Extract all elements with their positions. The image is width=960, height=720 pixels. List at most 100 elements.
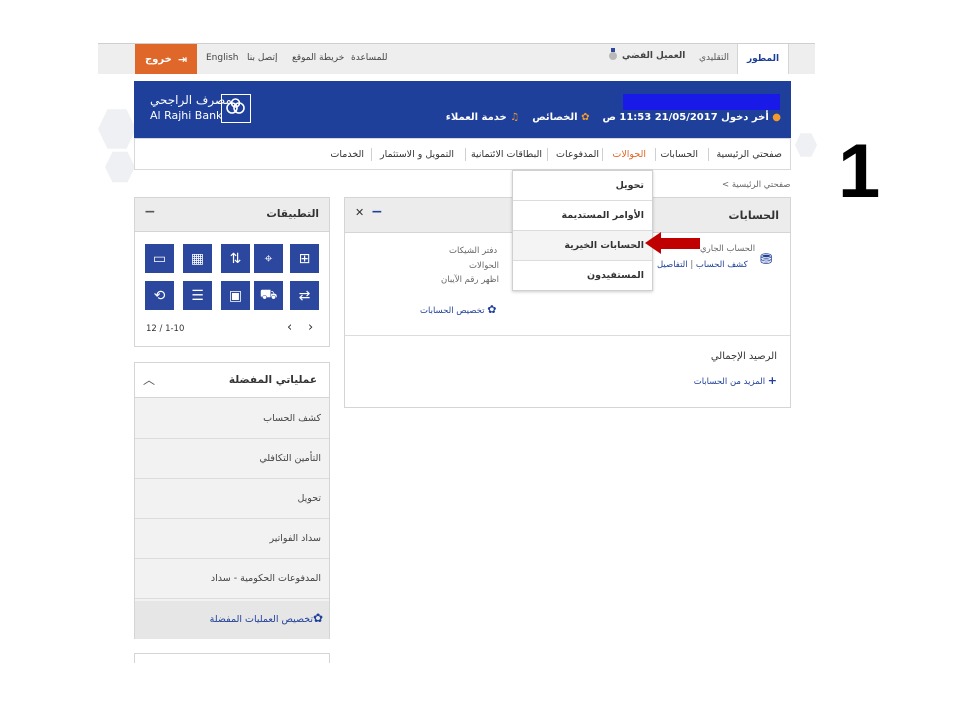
calculator-app-icon[interactable]: ▦ xyxy=(183,244,212,273)
banner-info-row: ● أخر دخول 21/05/2017 11:53 ص ✿ الخصائص … xyxy=(446,112,781,123)
transfer-app-icon[interactable]: ⟲ xyxy=(145,281,174,310)
tab-advanced[interactable]: المطور xyxy=(737,44,789,74)
breadcrumb[interactable]: < صفحتي الرئيسية xyxy=(722,180,790,190)
settings-icon: ✿ xyxy=(581,112,590,123)
link-sitemap[interactable]: خريطة الموقع xyxy=(292,53,344,63)
chevron-up-icon[interactable]: ︿ xyxy=(143,371,155,388)
close-icon[interactable]: ✕ xyxy=(355,206,364,219)
step-number: 1 xyxy=(838,129,881,214)
map-app-icon[interactable]: ⌖ xyxy=(254,244,283,273)
transfers-dropdown-menu: تحويل الأوامر المستديمة الحسابات الخيرية… xyxy=(512,170,653,291)
nav-services[interactable]: الخدمات xyxy=(330,149,364,160)
background-hexagon xyxy=(795,133,817,157)
link-english[interactable]: English xyxy=(206,53,239,63)
silver-client-label: العميل الفضي xyxy=(622,51,686,61)
favorite-item[interactable]: تحويل xyxy=(135,479,329,519)
favorite-item[interactable]: التأمين التكافلي xyxy=(135,439,329,479)
gear-icon: ✿ xyxy=(313,611,324,625)
logout-button[interactable]: خروج ⇥ xyxy=(135,44,197,74)
account-details-link[interactable]: التفاصيل xyxy=(657,260,688,270)
favorites-header: عملياتي المفضلة ︿ xyxy=(135,363,329,398)
link-contact-us[interactable]: إتصل بنا xyxy=(247,53,277,63)
coins-icon: ⛃ xyxy=(760,250,773,268)
swap-app-icon[interactable]: ⇄ xyxy=(290,281,319,310)
id-card-app-icon[interactable]: ☰ xyxy=(183,281,212,310)
nav-divider xyxy=(602,148,603,161)
header-banner: مصرف الراجحي Al Rajhi Bank ● أخر دخول 21… xyxy=(134,81,791,138)
cart-app-icon[interactable]: ⛟ xyxy=(254,281,283,310)
favorite-item[interactable]: المدفوعات الحكومية - سداد xyxy=(135,559,329,599)
nav-accounts[interactable]: الحسابات xyxy=(660,149,698,160)
divider xyxy=(345,335,790,336)
nav-credit-cards[interactable]: البطاقات الائتمانية xyxy=(471,149,542,160)
account-statement-link[interactable]: كشف الحساب xyxy=(696,260,748,270)
favorite-item-label: سداد الفواتير xyxy=(269,533,321,544)
headset-icon: ♫ xyxy=(510,112,520,123)
customer-service-link[interactable]: خدمة العملاء xyxy=(446,112,507,123)
menu-item-charity-accounts[interactable]: الحسابات الخيرية xyxy=(513,231,652,261)
cheque-book-link[interactable]: دفتر الشيكات xyxy=(449,246,497,256)
account-type-label: الحساب الجاري xyxy=(700,244,756,254)
customize-accounts-label: تخصيص الحسابات xyxy=(420,306,485,316)
link-help[interactable]: للمساعدة xyxy=(351,53,388,63)
apps-panel: التطبيقات − ▭ ▦ ⇅ ⌖ ⊞ ⟲ ☰ ▣ ⛟ ⇄ 12 / 1-1… xyxy=(134,197,330,347)
favorite-item[interactable]: كشف الحساب xyxy=(135,399,329,439)
pager-text: 12 / 1-10 xyxy=(146,324,185,334)
favorite-item-label: كشف الحساب xyxy=(263,413,321,424)
nav-divider xyxy=(708,148,709,161)
nav-my-home[interactable]: صفحتي الرئيسية xyxy=(716,149,782,160)
account-links: كشف الحساب | التفاصيل xyxy=(657,260,748,270)
total-balance-label: الرصيد الإجمالي xyxy=(710,351,777,362)
favorite-item[interactable]: سداد الفواتير xyxy=(135,519,329,559)
background-hexagon xyxy=(98,109,136,149)
customize-favorites-label: تخصيص العمليات المفضلة xyxy=(209,614,313,625)
card-app-icon[interactable]: ▭ xyxy=(145,244,174,273)
pointer-arrow-head-icon xyxy=(645,232,661,254)
nav-divider xyxy=(371,148,372,161)
chevron-right-icon[interactable]: › xyxy=(308,320,313,335)
transfers-link[interactable]: الحوالات xyxy=(469,261,499,271)
minimize-icon[interactable]: − xyxy=(144,204,156,220)
favorite-item-label: المدفوعات الحكومية - سداد xyxy=(210,573,321,584)
coins-calculator-app-icon[interactable]: ⊞ xyxy=(290,244,319,273)
top-utility-bar: خروج ⇥ English إتصل بنا خريطة الموقع للم… xyxy=(98,43,815,74)
menu-item-label: الحسابات الخيرية xyxy=(564,240,644,251)
nav-payments[interactable]: المدفوعات xyxy=(556,149,599,160)
nav-finance-investment[interactable]: التمويل و الاستثمار xyxy=(380,149,454,160)
exit-icon: ⇥ xyxy=(177,52,188,66)
more-accounts-link[interactable]: المزيد من الحسابات + xyxy=(694,374,777,387)
clock-icon: ● xyxy=(772,112,781,123)
apps-panel-title: التطبيقات xyxy=(266,208,319,220)
favorite-item-label: التأمين التكافلي xyxy=(259,453,321,464)
nav-divider xyxy=(655,148,656,161)
tab-classic[interactable]: التقليدي xyxy=(699,53,729,63)
minimize-icon[interactable]: − xyxy=(371,204,383,220)
menu-item-label: الأوامر المستديمة xyxy=(561,210,644,221)
customize-accounts-link[interactable]: تخصيص الحسابات ✿ xyxy=(420,303,496,316)
menu-item-label: تحويل xyxy=(615,180,644,191)
favorites-title: عملياتي المفضلة xyxy=(228,374,317,386)
last-login-text: أخر دخول 21/05/2017 11:53 ص xyxy=(602,112,769,123)
medal-icon xyxy=(609,48,617,60)
background-hexagon xyxy=(105,151,135,183)
menu-item-label: المستفيدون xyxy=(587,270,644,281)
menu-item-beneficiaries[interactable]: المستفيدون xyxy=(513,261,652,291)
favorites-panel: عملياتي المفضلة ︿ كشف الحساب التأمين الت… xyxy=(134,362,330,639)
menu-item-standing-orders[interactable]: الأوامر المستديمة xyxy=(513,201,652,231)
accounts-panel-title: الحسابات xyxy=(728,209,779,222)
customize-favorites-button[interactable]: ✿ تخصيص العمليات المفضلة xyxy=(135,601,329,639)
atm-card-app-icon[interactable]: ▣ xyxy=(221,281,250,310)
menu-item-transfer[interactable]: تحويل xyxy=(513,171,652,201)
plus-icon: + xyxy=(767,374,777,387)
exchange-app-icon[interactable]: ⇅ xyxy=(221,244,250,273)
nav-divider xyxy=(465,148,466,161)
redacted-username xyxy=(623,94,780,110)
logout-label: خروج xyxy=(144,53,172,65)
features-link[interactable]: الخصائص xyxy=(532,112,577,123)
nav-divider xyxy=(547,148,548,161)
show-iban-link[interactable]: اظهر رقم الآيبان xyxy=(441,275,499,285)
logo-arabic-text: مصرف الراجحي xyxy=(150,93,232,107)
nav-transfers[interactable]: الحوالات xyxy=(612,149,646,160)
chevron-left-icon[interactable]: ‹ xyxy=(287,320,292,335)
gear-icon: ✿ xyxy=(487,303,497,316)
